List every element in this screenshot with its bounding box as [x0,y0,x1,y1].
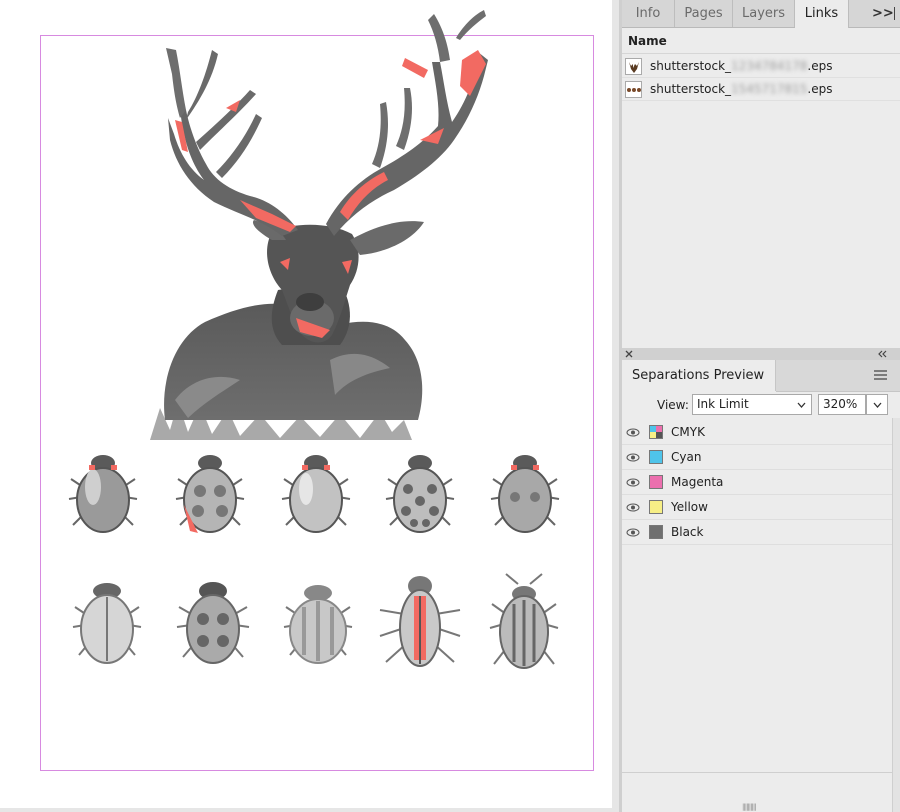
black-swatch [649,525,663,539]
ink-row-cmyk[interactable]: CMYK [622,420,892,445]
ink-row-magenta[interactable]: Magenta [622,470,892,495]
view-label: View: [657,398,689,412]
cmyk-swatch-icon [649,425,663,439]
link-file-name: shutterstock_1234784178.eps [650,59,833,73]
eye-icon[interactable] [626,420,642,445]
chevron-down-icon [873,402,882,408]
ladybug-row-1[interactable] [68,455,560,533]
ink-label: Magenta [671,475,724,489]
deer-illustration[interactable] [150,10,488,440]
panel-footer-divider [622,772,892,773]
document-canvas [0,0,619,812]
tab-layers[interactable]: Layers [733,0,795,27]
ink-label: Yellow [671,500,708,514]
magenta-swatch [649,475,663,489]
page-artwork [68,10,560,669]
separations-tab-strip [776,360,900,392]
ink-limit-percent-field[interactable]: 320% [818,394,866,415]
ink-label: CMYK [671,425,705,439]
close-icon[interactable] [625,350,633,358]
separations-panel-header-bar[interactable] [622,348,900,360]
tab-links[interactable]: Links [795,0,849,28]
collapse-icon[interactable] [877,350,887,358]
panel-tab-bar: Info Pages Layers Links >> [622,0,900,28]
chevron-down-icon [797,402,806,408]
beetle-row-2[interactable] [72,573,559,669]
ink-label: Black [671,525,704,539]
link-file-name: shutterstock_1545717815.eps [650,82,833,96]
separations-scrollbar[interactable] [892,418,900,812]
ink-label: Cyan [671,450,702,464]
view-mode-value: Ink Limit [697,397,749,411]
yellow-swatch [649,500,663,514]
eye-icon[interactable] [626,470,642,495]
deer-thumbnail-icon [625,58,642,75]
cyan-swatch [649,450,663,464]
eye-icon[interactable] [626,520,642,545]
ink-row-black[interactable]: Black [622,520,892,545]
tab-separations-preview[interactable]: Separations Preview [622,360,776,391]
document-page [0,0,612,808]
ink-row-yellow[interactable]: Yellow [622,495,892,520]
link-row[interactable]: shutterstock_1545717815.eps [622,78,900,101]
beetles-thumbnail-icon [625,81,642,98]
resize-grip-icon[interactable]: |||||||||| [742,803,757,811]
right-panel-dock: Info Pages Layers Links >> Name shutters… [622,0,900,812]
tab-info[interactable]: Info [622,0,675,27]
panel-menu-icon[interactable] [874,370,887,380]
panel-overflow-button[interactable]: >> [872,0,894,27]
eye-icon[interactable] [626,445,642,470]
separations-view-row: View: Ink Limit 320% [622,392,900,418]
ink-limit-percent-value: 320% [823,397,858,411]
ink-row-cyan[interactable]: Cyan [622,445,892,470]
ink-limit-dropdown-button[interactable] [866,394,888,415]
eye-icon[interactable] [626,495,642,520]
tab-pages[interactable]: Pages [675,0,733,27]
link-row[interactable]: shutterstock_1234784178.eps [622,55,900,78]
view-mode-select[interactable]: Ink Limit [692,394,812,415]
links-name-column-header[interactable]: Name [622,28,900,54]
panel-menu-divider [894,7,895,20]
